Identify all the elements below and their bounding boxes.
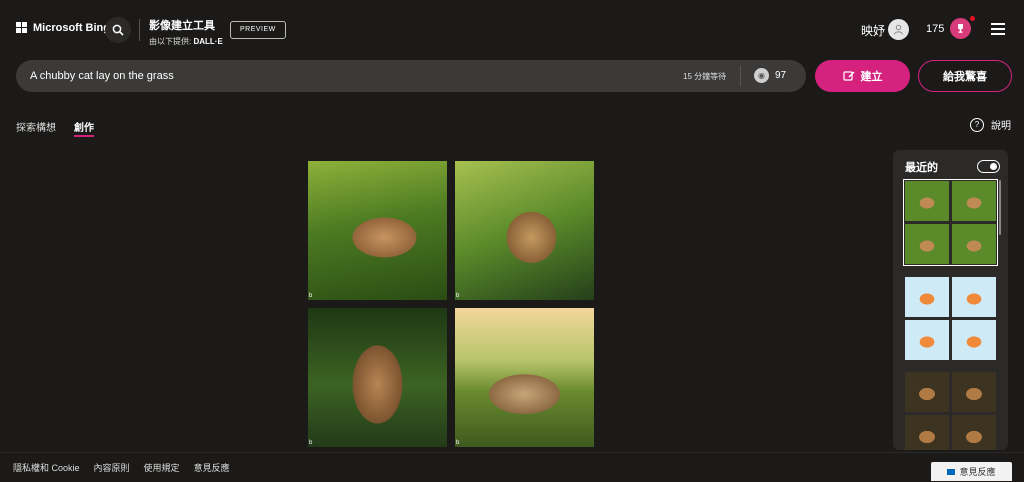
footer-link-privacy[interactable]: 隱私權和 Cookie xyxy=(13,461,80,474)
recent-thumbnail xyxy=(905,277,949,317)
recent-scrollbar[interactable] xyxy=(999,180,1001,235)
create-label: 建立 xyxy=(860,71,883,83)
user-icon xyxy=(894,24,903,35)
tab-explore[interactable]: 探索構想 xyxy=(16,119,56,134)
header-divider xyxy=(139,19,140,41)
image-badge: b xyxy=(456,440,460,446)
surprise-me-button[interactable]: 給我驚喜 xyxy=(918,60,1012,92)
active-tab-indicator xyxy=(74,135,94,137)
preview-badge: PREVIEW xyxy=(230,21,286,39)
recent-thumbnail xyxy=(952,415,996,450)
recent-thumbnail xyxy=(905,181,949,221)
image-badge: b xyxy=(456,293,460,299)
recent-collection[interactable] xyxy=(905,372,996,450)
footer-link-terms[interactable]: 使用規定 xyxy=(144,461,180,474)
wait-time: 15 分鐘等待 xyxy=(683,72,727,81)
product-subtitle-brand: DALL·E xyxy=(193,37,223,46)
recent-thumbnail xyxy=(905,415,949,450)
logo-text: Microsoft Bing xyxy=(33,22,110,34)
recent-thumbnail xyxy=(905,224,949,264)
generated-image[interactable]: b xyxy=(455,308,594,447)
user-name[interactable]: 映妤 xyxy=(861,22,885,39)
rewards-points[interactable]: 175 xyxy=(926,23,944,35)
help-link[interactable]: ? 說明 xyxy=(970,117,1011,132)
help-icon: ? xyxy=(970,117,984,132)
hamburger-menu-icon[interactable] xyxy=(991,23,1005,35)
recent-panel: 最近的 xyxy=(893,150,1008,450)
feedback-icon xyxy=(947,468,956,475)
generated-image[interactable]: b xyxy=(308,161,447,300)
feedback-label: 意見反應 xyxy=(959,467,996,477)
product-subtitle: 由以下提供: DALL·E xyxy=(149,36,223,47)
prompt-input[interactable] xyxy=(30,60,670,92)
tab-creations[interactable]: 創作 xyxy=(74,119,94,134)
create-icon xyxy=(842,71,854,81)
footer-link-content-policy[interactable]: 內容原則 xyxy=(94,461,130,474)
prompt-bar: 15 分鐘等待 ◉ 97 xyxy=(16,60,806,92)
search-button[interactable] xyxy=(105,17,131,43)
recent-toggle[interactable] xyxy=(977,160,1000,173)
recent-thumbnail xyxy=(952,181,996,221)
product-subtitle-prefix: 由以下提供: xyxy=(149,37,192,46)
recent-collection[interactable] xyxy=(903,179,998,266)
trophy-icon xyxy=(958,24,963,33)
recent-thumbnail xyxy=(952,320,996,360)
recent-thumbnail xyxy=(952,224,996,264)
image-badge: b xyxy=(309,293,313,299)
product-title: 影像建立工具 xyxy=(149,20,215,32)
bing-logo[interactable]: Microsoft Bing xyxy=(16,22,110,34)
boost-counter[interactable]: ◉ 97 xyxy=(754,68,786,83)
recent-thumbnail xyxy=(952,277,996,317)
create-button[interactable]: 建立 xyxy=(815,60,910,92)
notification-dot xyxy=(970,16,975,21)
boost-coin-icon: ◉ xyxy=(754,68,769,83)
recent-title: 最近的 xyxy=(905,162,938,174)
rewards-button[interactable] xyxy=(950,18,971,39)
feedback-button[interactable]: 意見反應 xyxy=(931,462,1012,481)
image-badge: b xyxy=(309,440,313,446)
prompt-divider xyxy=(740,66,741,86)
microsoft-logo-icon xyxy=(16,22,28,34)
recent-collection[interactable] xyxy=(905,277,996,360)
recent-thumbnail xyxy=(952,372,996,412)
recent-thumbnail xyxy=(905,320,949,360)
generated-image[interactable]: b xyxy=(308,308,447,447)
product-title-block: 影像建立工具 由以下提供: DALL·E xyxy=(149,17,223,47)
help-label: 說明 xyxy=(991,121,1011,132)
recent-thumbnail xyxy=(905,372,949,412)
footer-link-feedback[interactable]: 意見反應 xyxy=(194,461,230,474)
top-bar: Microsoft Bing 影像建立工具 由以下提供: DALL·E PREV… xyxy=(0,0,1024,60)
search-icon xyxy=(112,24,124,36)
avatar[interactable] xyxy=(888,19,909,40)
boost-count: 97 xyxy=(775,70,787,81)
generated-image[interactable]: b xyxy=(455,161,594,300)
footer: 隱私權和 Cookie 內容原則 使用規定 意見反應 xyxy=(0,452,1024,482)
